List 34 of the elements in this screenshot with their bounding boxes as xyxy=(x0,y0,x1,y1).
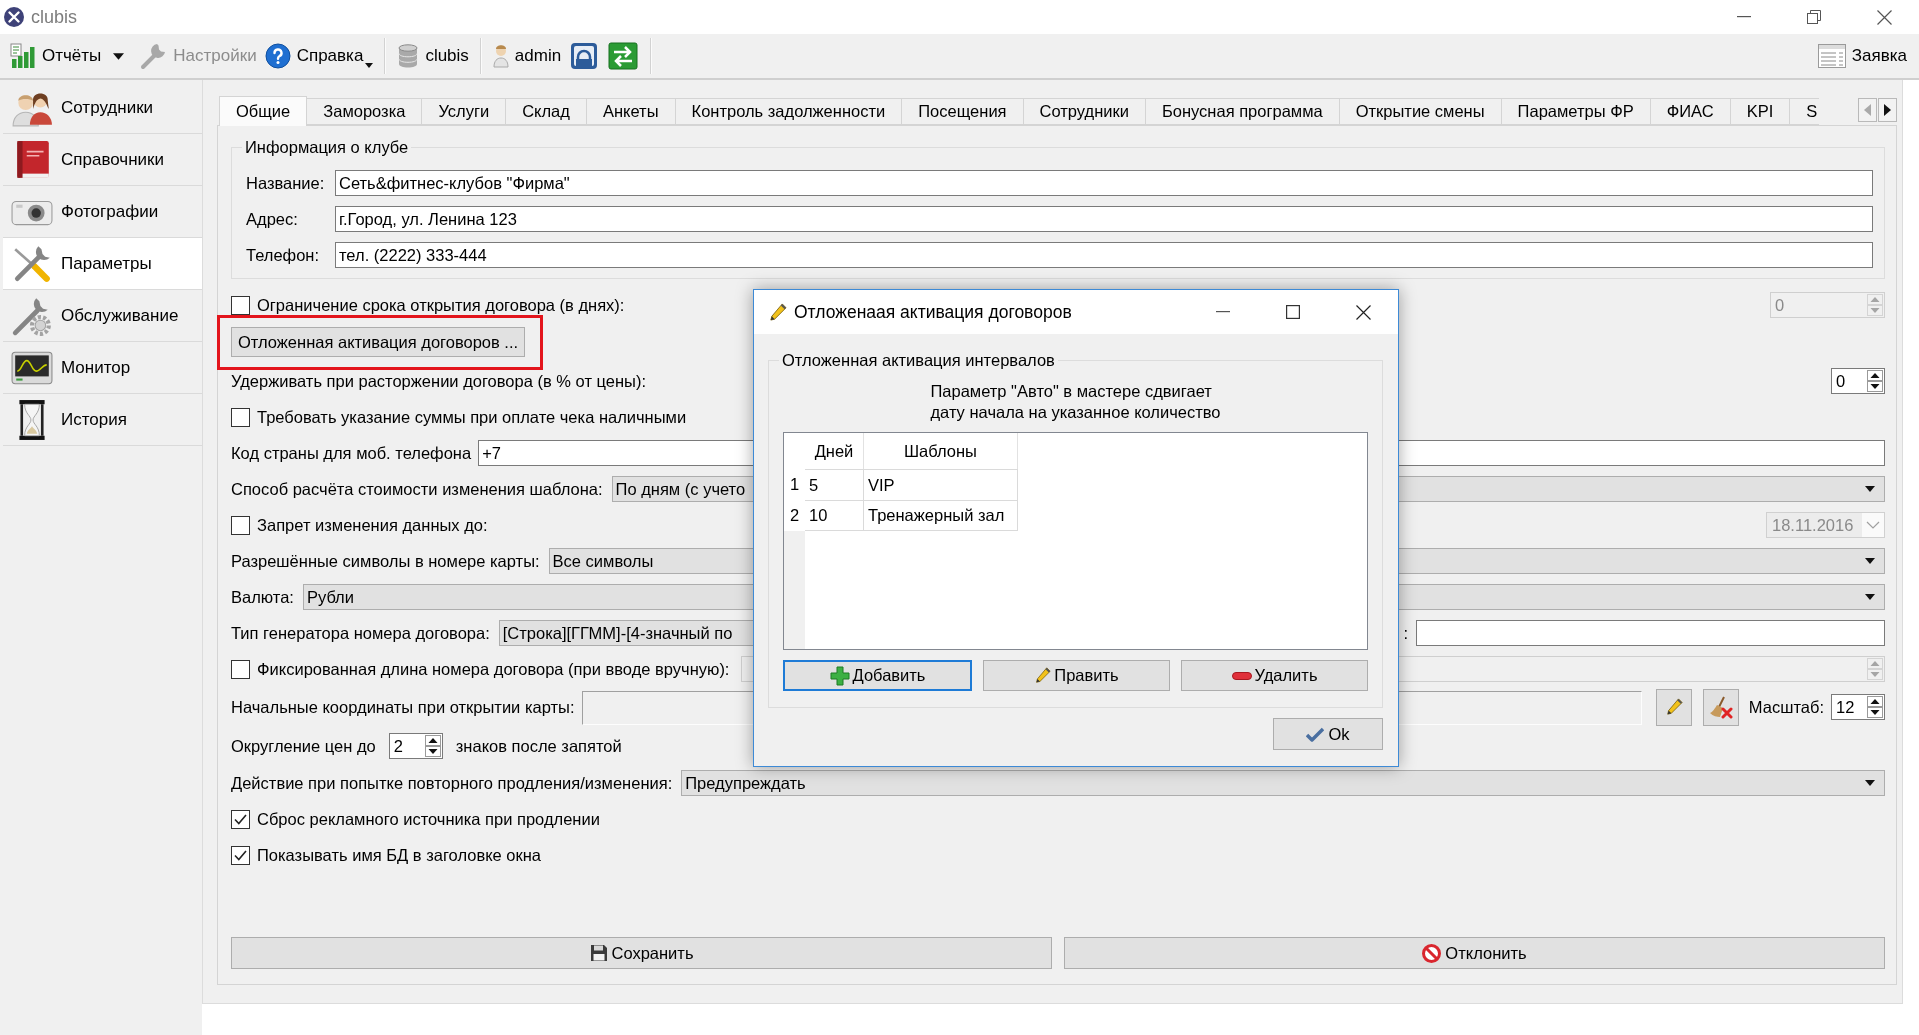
table-cell: 5 xyxy=(805,469,864,500)
dialog-title: Отложенаая активация договоров xyxy=(794,301,1072,323)
field-label: знаков после запятой xyxy=(455,736,622,756)
field-label: Название: xyxy=(246,173,326,193)
field-label: Масштаб: xyxy=(1748,697,1824,717)
column-header: Шаблоны xyxy=(864,433,1018,469)
checkbox-label: Фиксированная длина номера договора (при вводе вручную): xyxy=(257,659,730,679)
field-label: Начальные координаты при открытии карты: xyxy=(231,697,575,717)
field-label: Валюта: xyxy=(231,587,294,607)
field-label: Адрес: xyxy=(246,209,299,229)
window-title: clubis xyxy=(31,6,78,28)
field-label: Способ расчёта стоимости изменения шаблона: xyxy=(231,479,603,499)
row-number: 2 xyxy=(788,505,801,526)
note-text: Параметр "Авто" в мастере сдвигает дату начала на указанное количество xyxy=(930,381,1221,423)
field-label: Округление цен до xyxy=(231,736,376,756)
field-label: Код страны для моб. телефона xyxy=(231,443,472,463)
table-cell: VIP xyxy=(864,469,1018,500)
checkbox-label: Сброс рекламного источника при продлении xyxy=(257,809,600,829)
field-label: Телефон: xyxy=(246,245,321,265)
field-label: Действие при попытке повторного продления/изменения: xyxy=(231,773,673,793)
column-header: Дней xyxy=(805,433,864,469)
table-cell: Тренажерный зал xyxy=(864,500,1018,531)
checkbox-label: Запрет изменения данных до: xyxy=(257,515,488,535)
field-label: Удерживать при расторжении договора (в % от цены): xyxy=(231,371,647,391)
group-title: Информация о клубе xyxy=(244,138,410,157)
checkbox-label: Требовать указание суммы при оплате чека наличными xyxy=(257,407,687,427)
table-cell: 10 xyxy=(805,500,864,531)
checkbox-label: Ограничение срока открытия договора (в днях): xyxy=(257,295,625,315)
checkbox-label: Показывать имя БД в заголовке окна xyxy=(257,845,541,865)
group-title: Отложенная активация интервалов xyxy=(781,351,1056,370)
field-label: Разрешённые символы в номере карты: xyxy=(231,551,540,571)
field-label: Тип генератора номера договора: xyxy=(231,623,490,643)
row-number: 1 xyxy=(788,474,801,495)
field-label: : xyxy=(1403,623,1408,643)
